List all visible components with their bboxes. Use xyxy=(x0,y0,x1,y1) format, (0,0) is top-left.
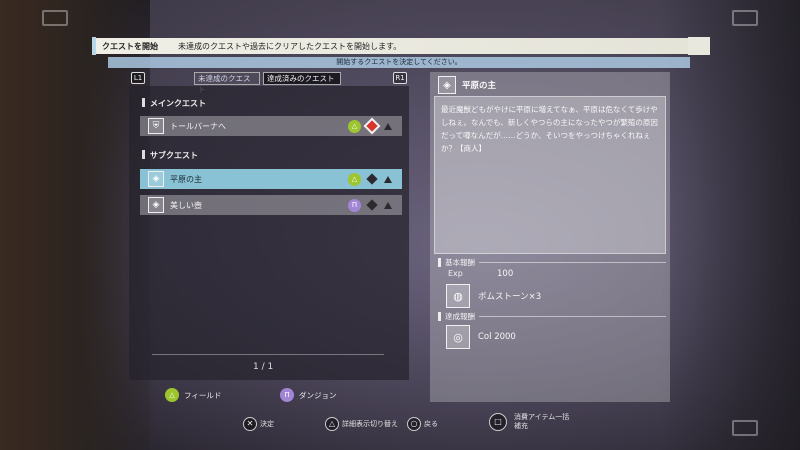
exp-label: Exp xyxy=(448,269,463,278)
refill-label-line1: 消費アイテム一括 xyxy=(514,413,570,421)
diamond-icon xyxy=(366,173,378,185)
header-end-cap xyxy=(688,37,710,55)
quest-row-sub-1[interactable]: ◈ 平原の主 △ xyxy=(140,169,402,189)
cross-button-icon: ✕ xyxy=(243,417,257,431)
field-badge-icon: △ xyxy=(348,172,361,186)
refill-consumables-control[interactable]: □ 消費アイテム一括 補充 xyxy=(489,413,569,431)
exp-value: 100 xyxy=(497,269,514,279)
bomb-stone-icon: ◍ xyxy=(446,284,470,308)
back-control[interactable]: ○ 戻る xyxy=(407,417,438,431)
quest-label: トールバーナへ xyxy=(170,121,226,131)
basic-reward-heading: 基本報酬 xyxy=(438,257,666,268)
main-quest-marker-icon xyxy=(363,117,381,135)
triangle-button-icon: △ xyxy=(325,417,339,431)
screen-title: クエストを開始 xyxy=(102,41,158,51)
corner-bracket-icon xyxy=(732,420,758,436)
screen-description: 未達成のクエストや過去にクリアしたクエストを開始します。 xyxy=(178,41,402,51)
toggle-detail-label: 詳細表示切り替え xyxy=(342,420,398,428)
basic-reward-item: ◍ ボムストーン×3 xyxy=(446,284,541,308)
square-button-icon: □ xyxy=(489,413,507,431)
quest-crest-icon: ◈ xyxy=(148,197,164,213)
detail-description: 最近魔獣どもがやけに平原に増えてなぁ、平原は危なくて歩けやしねぇ。なんでも、新し… xyxy=(434,96,666,254)
corner-bracket-icon xyxy=(732,10,758,26)
back-label: 戻る xyxy=(424,420,438,428)
corner-bracket-icon xyxy=(42,10,68,26)
instruction-bar: 開始するクエストを決定してください。 xyxy=(108,57,690,68)
field-legend-icon: △ xyxy=(165,388,179,402)
l1-button-icon[interactable]: L1 xyxy=(131,72,145,84)
legend-dungeon: Π ダンジョン xyxy=(280,388,337,402)
quest-tabs: L1 未達成のクエスト 達成済みのクエスト R1 xyxy=(129,72,409,94)
triangle-icon xyxy=(384,175,392,183)
triangle-icon xyxy=(384,201,392,209)
main-quest-heading: メインクエスト xyxy=(142,98,206,109)
refill-label-line2: 補充 xyxy=(514,422,528,430)
r1-button-icon[interactable]: R1 xyxy=(393,72,407,84)
detail-header: ◈ 平原の主 xyxy=(438,76,496,94)
quest-label: 美しい壺 xyxy=(170,200,202,210)
confirm-control[interactable]: ✕ 決定 xyxy=(243,417,274,431)
sub-quest-heading: サブクエスト xyxy=(142,150,198,161)
col-coin-icon: ◎ xyxy=(446,325,470,349)
quest-label: 平原の主 xyxy=(170,174,202,184)
legend-field: △ フィールド xyxy=(165,388,221,402)
quest-crest-icon: ⛨ xyxy=(148,118,164,134)
quest-crest-icon: ◈ xyxy=(438,76,456,94)
detail-title: 平原の主 xyxy=(462,81,497,91)
col-reward-text: Col 2000 xyxy=(478,332,516,342)
tab-incomplete-quests[interactable]: 未達成のクエスト xyxy=(194,72,260,94)
legend-field-label: フィールド xyxy=(184,390,222,400)
screen-header: クエストを開始 未達成のクエストや過去にクリアしたクエストを開始します。 xyxy=(92,38,710,54)
field-badge-icon: △ xyxy=(348,119,361,133)
tab-completed-quests[interactable]: 達成済みのクエスト xyxy=(263,72,341,85)
dungeon-legend-icon: Π xyxy=(280,388,294,402)
circle-button-icon: ○ xyxy=(407,417,421,431)
toggle-detail-control[interactable]: △ 詳細表示切り替え xyxy=(325,417,398,431)
dungeon-badge-icon: Π xyxy=(348,198,361,212)
confirm-label: 決定 xyxy=(260,420,274,428)
diamond-icon xyxy=(366,199,378,211)
list-divider xyxy=(152,354,384,355)
quest-crest-icon: ◈ xyxy=(148,171,164,187)
page-indicator: 1 / 1 xyxy=(253,362,274,372)
quest-row-sub-2[interactable]: ◈ 美しい壺 Π xyxy=(140,195,402,215)
achievement-reward-item: ◎ Col 2000 xyxy=(446,325,516,349)
achievement-reward-heading: 達成報酬 xyxy=(438,311,666,322)
header-accent xyxy=(92,37,96,55)
basic-reward-text: ボムストーン×3 xyxy=(478,292,542,302)
legend-dungeon-label: ダンジョン xyxy=(299,390,337,400)
triangle-icon xyxy=(384,122,392,130)
quest-row-main[interactable]: ⛨ トールバーナへ △ xyxy=(140,116,402,136)
